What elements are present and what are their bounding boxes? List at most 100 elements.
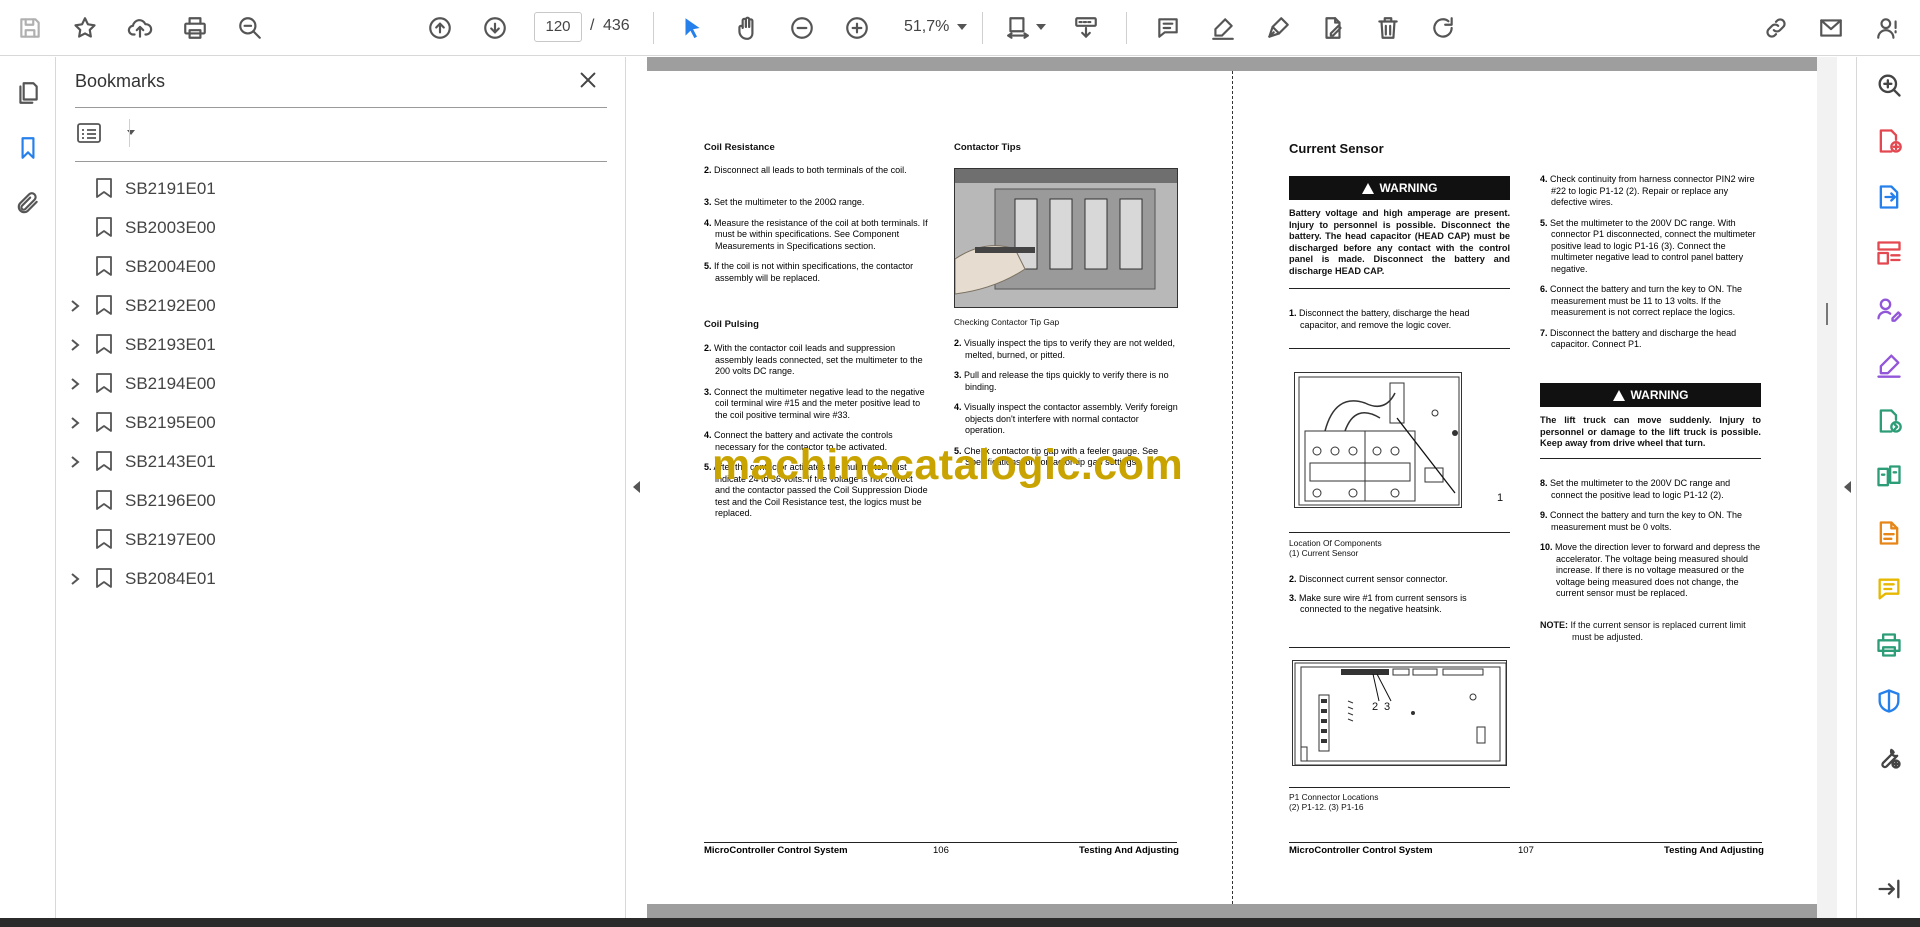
toolbar-divider [653,12,654,44]
edit-document-icon[interactable] [1315,10,1351,46]
star-icon[interactable] [67,10,103,46]
bookmark-options-button[interactable] [77,119,135,147]
expand-chevron-icon[interactable] [69,299,81,313]
heading-coil-pulsing: Coil Pulsing [704,319,759,330]
more-tools-icon[interactable] [1871,739,1907,775]
bookmark-item[interactable]: SB2191E01 [57,169,617,208]
bookmark-item[interactable]: SB2084E01 [57,559,617,598]
toolbar-divider [982,12,983,44]
collapse-left-arrow-icon[interactable] [633,481,640,493]
bookmark-label: SB2193E01 [125,335,216,354]
protect-shield-icon[interactable] [1871,683,1907,719]
bookmark-item[interactable]: SB2194E00 [57,364,617,403]
bookmark-item[interactable]: SB2193E01 [57,325,617,364]
step-number: 4. [704,430,712,440]
step-number: 3. [954,370,962,380]
bookmark-item[interactable]: SB2192E00 [57,286,617,325]
footer-page-number: 107 [1518,845,1534,856]
search-zoom-icon[interactable] [232,10,268,46]
step-number: 7. [1540,327,1548,338]
bookmark-item[interactable]: SB2196E00 [57,481,617,520]
bookmark-item[interactable]: SB2004E00 [57,247,617,286]
instruction-step: 10. Move the direction lever to forward … [1540,542,1761,600]
right-panel-splitter[interactable] [1837,57,1857,918]
step-text: Connect the battery and turn the key to … [1550,510,1742,532]
expand-chevron-icon[interactable] [69,338,81,352]
expand-chevron-icon[interactable] [69,416,81,430]
bookmark-item[interactable]: SB2197E00 [57,520,617,559]
main-toolbar: 120 / 436 51,7% [0,0,1920,56]
zoom-in-icon[interactable] [839,10,875,46]
highlight-pen-icon[interactable] [1205,10,1241,46]
bookmark-label: SB2191E01 [125,179,216,198]
expand-chevron-icon[interactable] [69,572,81,586]
scrollbar-thumb[interactable] [1826,303,1828,325]
note-paragraph: NOTE: If the current sensor is replaced … [1540,620,1761,643]
save-icon[interactable] [12,10,48,46]
bookmark-item[interactable]: SB2195E00 [57,403,617,442]
vertical-scrollbar[interactable] [1817,57,1837,918]
step-number: 4. [954,402,962,412]
create-pdf-icon[interactable] [1871,123,1907,159]
instruction-step: 2. Disconnect all leads to both terminal… [704,165,928,177]
panel-divider [75,161,607,162]
rotate-icon[interactable] [1425,10,1461,46]
select-cursor-icon[interactable] [674,10,710,46]
scan-ocr-icon[interactable] [1871,515,1907,551]
delete-trash-icon[interactable] [1370,10,1406,46]
page-thumbnails-icon[interactable] [10,75,46,111]
instruction-step: 2. With the contactor coil leads and sup… [704,343,928,378]
hand-tool-icon[interactable] [729,10,765,46]
close-panel-icon[interactable] [577,69,603,95]
organize-pages-icon[interactable] [1871,235,1907,271]
zoom-out-icon[interactable] [784,10,820,46]
scroll-mode-icon[interactable] [1068,10,1104,46]
attachments-paperclip-icon[interactable] [10,185,46,221]
page-divider-dashed [1232,71,1233,904]
bookmark-icon [95,372,115,396]
instruction-step: 4. Visually inspect the contactor assemb… [954,402,1178,437]
step-text: Connect the multimeter negative lead to … [714,386,925,420]
sign-pen-icon[interactable] [1260,10,1296,46]
left-panel-splitter[interactable] [627,57,647,927]
add-comment-icon[interactable] [1871,571,1907,607]
figure2-caption-line1: P1 Connector Locations [1289,792,1379,802]
previous-page-icon[interactable] [422,10,458,46]
list-options-icon [77,123,101,143]
comment-icon[interactable] [1150,10,1186,46]
print-production-icon[interactable] [1871,627,1907,663]
compare-files-icon[interactable] [1871,459,1907,495]
warning-triangle-icon [1612,389,1625,401]
zoom-chevron-down-icon[interactable] [957,24,967,30]
collapse-rail-icon[interactable] [1871,871,1907,907]
warning-label: WARNING [1630,388,1689,402]
bookmark-item[interactable]: SB2143E01 [57,442,617,481]
zoom-search-icon[interactable] [1871,67,1907,103]
bookmark-icon [95,333,115,357]
step-text: With the contactor coil leads and suppre… [714,343,923,376]
expand-chevron-icon[interactable] [69,455,81,469]
instruction-step: 6. Connect the battery and turn the key … [1540,284,1761,319]
expand-right-arrow-icon[interactable] [1844,481,1851,493]
bookmark-icon [95,216,115,240]
fill-sign-icon[interactable] [1871,347,1907,383]
send-review-icon[interactable] [1871,403,1907,439]
bookmark-item[interactable]: SB2003E00 [57,208,617,247]
request-signature-icon[interactable] [1871,291,1907,327]
page-number-input[interactable]: 120 [534,12,582,42]
fit-page-icon[interactable] [1000,10,1036,46]
bookmarks-panel: Bookmarks SB2191E01 SB2003E00 SB2004E00 SB2… [57,57,626,927]
next-page-icon[interactable] [477,10,513,46]
step-number: 2. [704,343,712,353]
expand-chevron-icon[interactable] [69,377,81,391]
fit-chevron-down-icon[interactable] [1036,24,1046,30]
email-envelope-icon[interactable] [1813,10,1849,46]
print-icon[interactable] [177,10,213,46]
share-link-icon[interactable] [1758,10,1794,46]
step-text: Measure the resistance of the coil at bo… [714,217,928,251]
panel-title: Bookmarks [75,71,166,91]
export-pdf-icon[interactable] [1871,179,1907,215]
bookmarks-icon[interactable] [10,130,46,166]
upload-cloud-icon[interactable] [122,10,158,46]
account-user-icon[interactable] [1870,10,1906,46]
